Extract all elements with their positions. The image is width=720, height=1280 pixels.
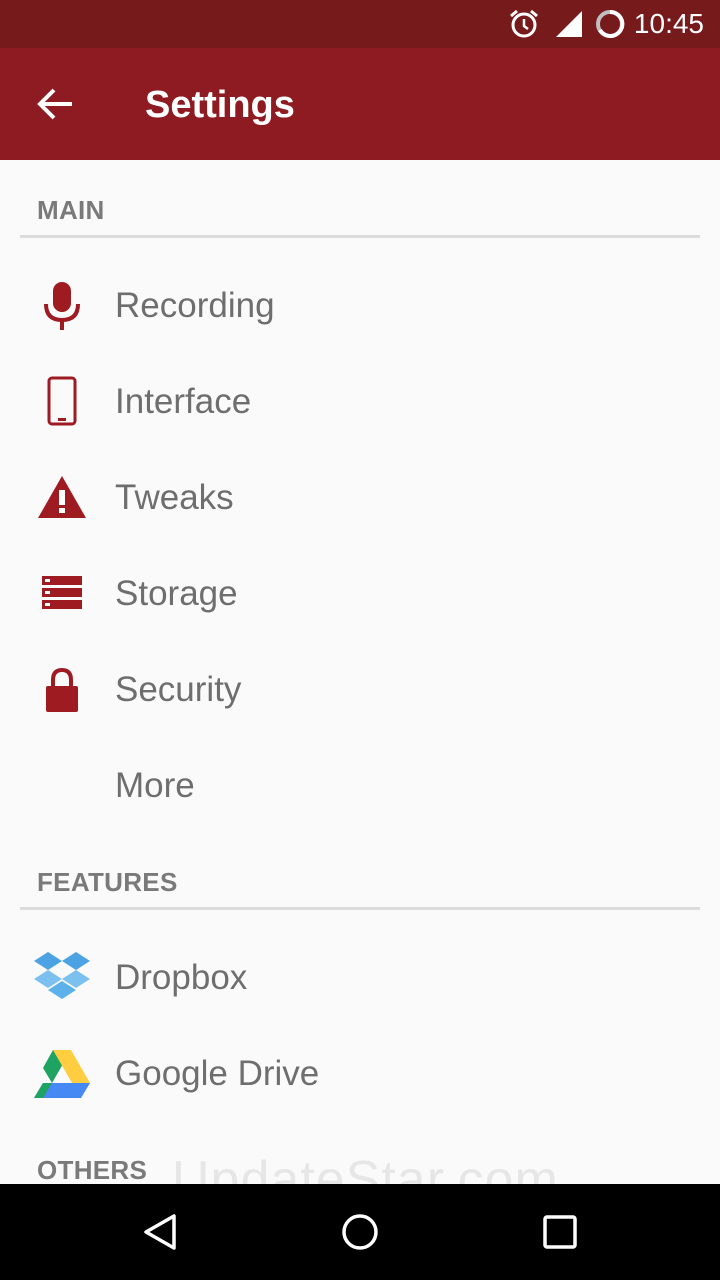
status-bar: 10:45 [0, 0, 720, 48]
settings-item-label: Security [115, 670, 242, 709]
dropbox-icon [34, 952, 90, 999]
settings-item-more[interactable]: More [0, 738, 720, 834]
settings-item-label: More [115, 766, 195, 805]
phone-icon [47, 376, 77, 426]
system-nav-bar [0, 1184, 720, 1280]
settings-item-interface[interactable]: Interface [0, 354, 720, 450]
settings-item-storage[interactable]: Storage [0, 546, 720, 642]
settings-item-label: Google Drive [115, 1054, 320, 1093]
warning-icon [38, 476, 86, 518]
lock-icon [46, 667, 78, 712]
settings-item-recording[interactable]: Recording [0, 258, 720, 354]
google-drive-icon [34, 1050, 90, 1098]
home-circle-icon[interactable] [336, 1208, 384, 1256]
divider [20, 235, 700, 238]
settings-item-dropbox[interactable]: Dropbox [0, 930, 720, 1026]
page-title: Settings [145, 84, 295, 126]
section-header-others: OTHERS [37, 1155, 148, 1185]
microphone-icon [44, 282, 80, 330]
recents-square-icon[interactable] [536, 1208, 584, 1256]
alarm-icon [510, 9, 538, 38]
arrow-left-icon[interactable] [36, 86, 76, 122]
settings-item-label: Recording [115, 286, 275, 325]
settings-item-label: Storage [115, 574, 238, 613]
battery-loading-icon [596, 9, 625, 38]
section-header-main: MAIN [37, 195, 105, 225]
storage-icon [42, 576, 82, 609]
settings-item-security[interactable]: Security [0, 642, 720, 738]
clock: 10:45 [633, 8, 704, 39]
settings-item-label: Tweaks [115, 478, 234, 517]
divider [20, 907, 700, 910]
settings-item-google-drive[interactable]: Google Drive [0, 1026, 720, 1122]
app-bar: Settings [0, 48, 720, 160]
settings-item-label: Dropbox [115, 958, 248, 997]
signal-icon [556, 11, 582, 37]
settings-item-tweaks[interactable]: Tweaks [0, 450, 720, 546]
section-header-features: FEATURES [37, 867, 178, 897]
back-triangle-icon[interactable] [136, 1208, 184, 1256]
settings-item-label: Interface [115, 382, 252, 421]
